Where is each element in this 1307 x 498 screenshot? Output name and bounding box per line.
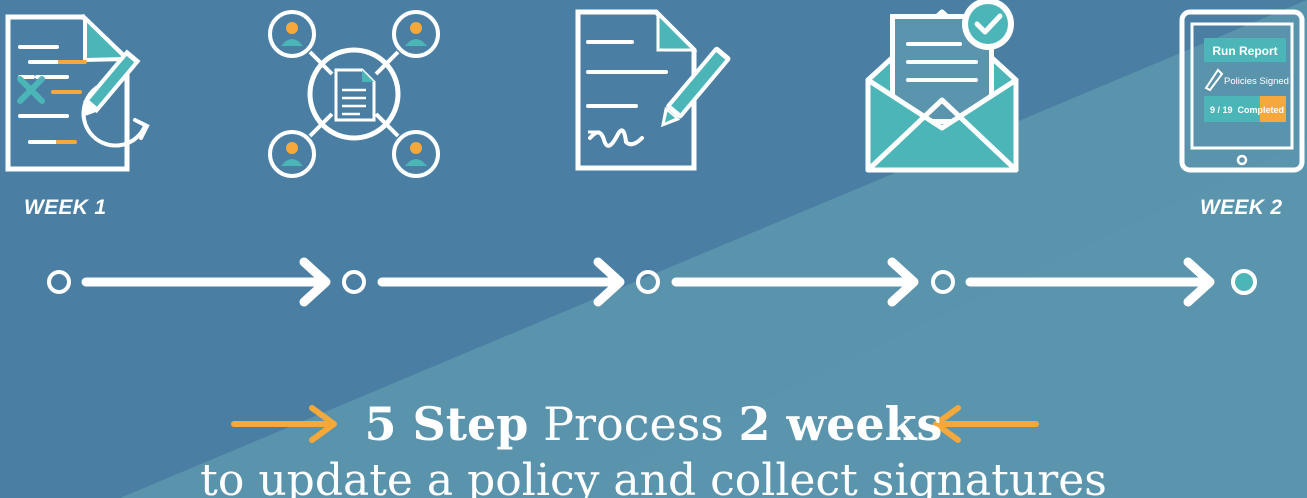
- headline-duration: 2 weeks: [738, 397, 943, 451]
- timeline-node-2: [342, 270, 366, 294]
- progress-label: 9 / 19 Completed: [1210, 105, 1284, 115]
- policies-signed-label: Policies Signed: [1224, 76, 1289, 87]
- sign-document-icon: [575, 9, 731, 171]
- headline: 5 Step Process 2 weeks: [0, 396, 1307, 452]
- timeline-node-3: [636, 270, 660, 294]
- week-2-label: WEEK 2: [1200, 196, 1283, 219]
- timeline-node-4: [931, 270, 955, 294]
- infographic: Run Report Policies Signed 9 / 19 Comple…: [0, 0, 1307, 498]
- run-report-button[interactable]: Run Report: [1212, 44, 1277, 58]
- headline-steps: 5 Step: [364, 397, 529, 451]
- week-1-label: WEEK 1: [24, 196, 107, 219]
- share-document-network-icon: [268, 10, 440, 178]
- subheadline: to update a policy and collect signature…: [200, 455, 1107, 498]
- edit-document-icon: [5, 14, 150, 172]
- timeline-node-5: [1231, 269, 1257, 295]
- tablet-report-icon: Run Report Policies Signed 9 / 19 Comple…: [1179, 9, 1305, 173]
- headline-process: Process: [528, 397, 739, 451]
- timeline-node-1: [47, 270, 71, 294]
- envelope-check-icon: [865, 0, 1019, 173]
- timeline: [47, 257, 1257, 307]
